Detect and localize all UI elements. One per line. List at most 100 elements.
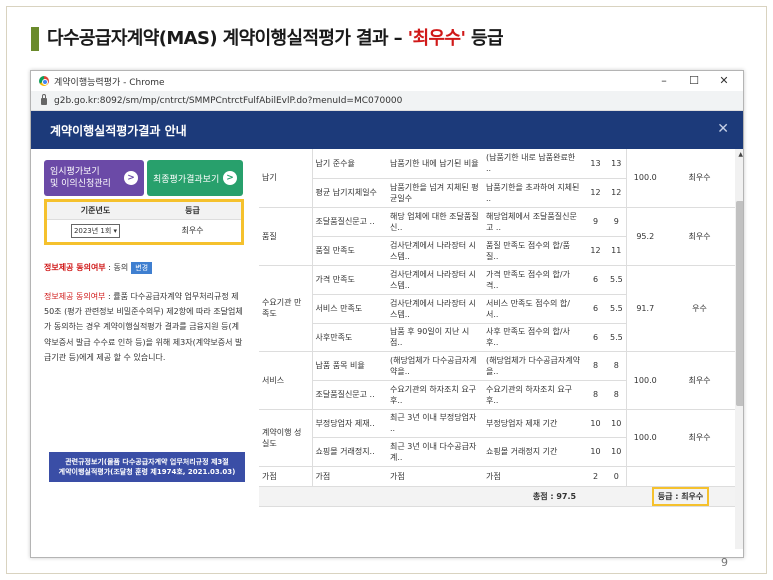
subtotal-cell: 95.2 [625,207,664,266]
browser-window: 계약이행능력평가 - Chrome – ☐ ✕ g2b.go.kr:8092/s… [30,70,744,558]
table-row: 납기 납기 준수율 납품기한 내에 납기된 비율 (납품기한 내로 납품완료한 .. 1… [259,149,735,208]
left-panel: 임시평가보기 및 이의신청관리 > 최종평가결과보기 > 기준년도 등급 2023… [31,149,259,557]
chevron-right-icon: > [223,171,237,185]
slide-title: 다수공급자계약(MAS) 계약이행실적평가 결과 – '최우수' 등급 [47,28,504,49]
item-name-cell: 평균 납기지체일수 [311,178,387,208]
close-icon[interactable]: ✕ [717,121,729,137]
subtotal-cell: 100.0 [625,409,664,467]
max-score-cell: 6 [584,323,607,352]
consent-value: 동의 [113,263,129,272]
subtotal-cell: 100.0 [625,149,664,208]
max-score-cell: 6 [584,294,607,324]
slide: 다수공급자계약(MAS) 계약이행실적평가 결과 – '최우수' 등급 9 계약… [0,0,773,580]
final-grade-cell: 등급 : 최우수 [626,486,735,507]
total-row: 총점 : 97.5 등급 : 최우수 [259,486,735,507]
address-bar[interactable]: g2b.go.kr:8092/sm/mp/cntrct/SMMPCntrctFu… [31,91,743,111]
method-cell: (납품기한 내로 납품완료한 .. [483,149,584,179]
app-header: 계약이행실적평가결과 안내 ✕ [31,111,743,149]
lock-icon [41,94,47,105]
item-name-cell: 조달품질신문고 .. [311,207,387,237]
table-row: 서비스 납품 품목 비율 (해당업체가 다수공급자계약을.. (해당업체가 다수공급자… [259,351,735,410]
category-cell: 납기 [259,149,312,208]
method-cell: (해당업체가 다수공급자계약을.. [483,351,584,381]
max-score-cell: 12 [584,178,607,208]
criteria-cell: 가점 [387,466,483,487]
table-row: 수요기관 만족도 가격 만족도 검사단계에서 나라장터 시스템.. 가격 만족도 점수… [259,265,735,352]
score-cell: 12 [607,178,626,208]
close-window-button[interactable]: ✕ [709,71,739,91]
category-cell: 서비스 [259,351,312,410]
score-cell: 11 [607,236,626,266]
empty-cell [664,466,735,487]
score-cell: 10 [607,437,626,467]
score-cell: 5.5 [607,265,626,295]
related-regulation-button[interactable]: 관련규정보기(물품 다수공급자계약 업무처리규정 제3절 계약이행실적평가(조달… [49,452,245,482]
final-eval-button[interactable]: 최종평가결과보기 > [147,160,243,196]
minimize-button[interactable]: – [649,71,679,91]
item-name-cell: 가격 만족도 [311,265,387,295]
year-table-header: 기준년도 등급 [47,202,241,220]
score-cell: 0 [607,466,626,487]
year-table-row: 2023년 1회 ▾ 최우수 [47,220,241,242]
max-score-cell: 12 [584,236,607,266]
maximize-button[interactable]: ☐ [679,71,709,91]
scrollbar[interactable]: ▲ [735,149,743,549]
method-cell: 수요기관의 하자조치 요구후.. [483,380,584,410]
max-score-cell: 13 [584,149,607,179]
final-grade-badge: 등급 : 최우수 [651,486,710,505]
change-button[interactable]: 변경 [131,262,153,274]
method-cell: 서비스 만족도 점수의 합/서.. [483,294,584,324]
group-grade-cell: 우수 [664,265,735,352]
score-cell: 8 [607,380,626,410]
table-row: 품질 조달품질신문고 .. 해당 업체에 대한 조달품질신.. 해당업체에서 조달품질… [259,207,735,266]
item-name-cell: 부정당업자 제재.. [311,409,387,438]
criteria-cell: 검사단계에서 나라장터 시스템.. [387,265,483,295]
grade-value: 최우수 [181,226,204,235]
criteria-cell: 최근 3년 이내 다수공급자계.. [387,437,483,467]
score-cell: 13 [607,149,626,179]
app-title: 계약이행실적평가결과 안내 [50,123,187,138]
consent-description: 정보제공 동의여부 : 률품 다수공급자계약 업무처리규정 제50조 (평가 관… [44,292,243,362]
group-grade-cell: 최우수 [664,207,735,266]
subtotal-cell: 91.7 [625,265,664,352]
scroll-thumb[interactable] [736,201,743,406]
score-cell: 5.5 [607,323,626,352]
method-cell: 가점 [483,466,584,487]
scroll-up-icon[interactable]: ▲ [738,151,743,158]
empty-cell [625,466,664,487]
category-cell: 가점 [259,466,312,487]
category-cell: 수요기관 만족도 [259,265,312,352]
max-score-cell: 10 [584,409,607,438]
table-row: 가점 가점 가점 가점 2 0 [259,466,735,487]
max-score-cell: 9 [584,207,607,237]
score-cell: 5.5 [607,294,626,324]
temp-eval-button[interactable]: 임시평가보기 및 이의신청관리 > [44,160,144,196]
criteria-cell: 납품기한을 넘겨 지체된 평균일수 [387,178,483,208]
group-grade-cell: 최우수 [664,149,735,208]
score-cell: 8 [607,351,626,381]
item-name-cell: 납기 준수율 [311,149,387,179]
max-score-cell: 10 [584,437,607,467]
criteria-cell: 검사단계에서 나라장터 시스템.. [387,236,483,266]
empty-cell [259,486,483,507]
year-select[interactable]: 2023년 1회 ▾ [70,224,121,238]
col-grade: 등급 [185,206,200,215]
method-cell: 사후 만족도 점수의 합/사후.. [483,323,584,352]
method-cell: 쇼핑몰 거래정지 기간 [483,437,584,467]
method-cell: 품질 만족도 점수의 합/품질.. [483,236,584,266]
total-score: 총점 : 97.5 [483,486,626,507]
chevron-right-icon: > [124,171,138,185]
browser-titlebar: 계약이행능력평가 - Chrome – ☐ ✕ [31,71,743,91]
year-grade-table: 기준년도 등급 2023년 1회 ▾ 최우수 [44,199,244,245]
window-title: 계약이행능력평가 - Chrome [54,77,165,88]
item-name-cell: 납품 품목 비율 [311,351,387,381]
item-name-cell: 품질 만족도 [311,236,387,266]
url-text[interactable]: g2b.go.kr:8092/sm/mp/cntrct/SMMPCntrctFu… [54,96,402,106]
method-cell: 부정당업자 제재 기간 [483,409,584,438]
max-score-cell: 6 [584,265,607,295]
consent-status: 정보제공 동의여부 : 동의 변경 [44,262,153,274]
results-panel: 납기 납기 준수율 납품기한 내에 납기된 비율 (납품기한 내로 납품완료한 .. 1… [259,149,743,557]
criteria-cell: 최근 3년 이내 부정당업자 .. [387,409,483,438]
window-controls: – ☐ ✕ [649,71,739,91]
max-score-cell: 8 [584,380,607,410]
